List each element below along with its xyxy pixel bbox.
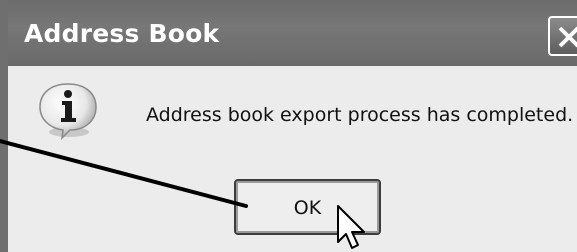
callout-line xyxy=(0,139,248,208)
mouse-pointer-icon xyxy=(337,205,365,249)
